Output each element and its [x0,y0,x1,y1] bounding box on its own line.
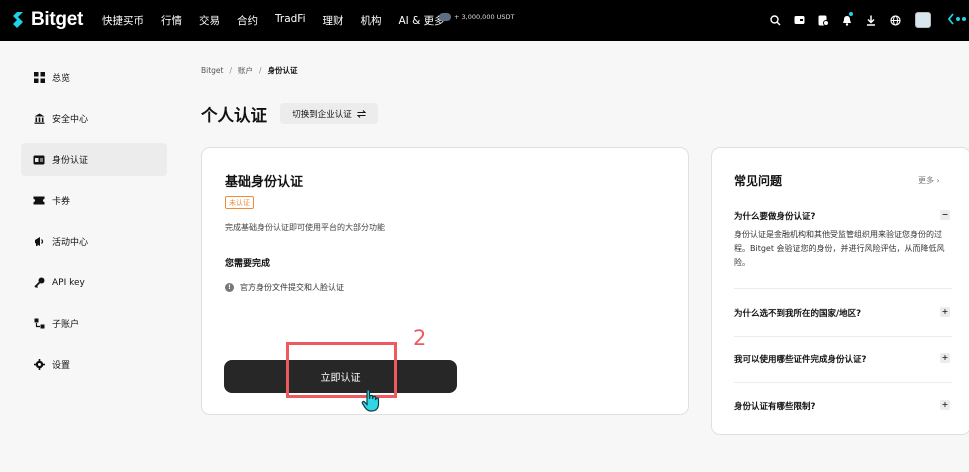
promo-banner[interactable]: + 3,000,000 USDT [439,13,515,21]
breadcrumb-account[interactable]: 账户 [238,66,253,75]
swap-icon [356,109,366,118]
nav-futures[interactable]: 合约 [237,13,258,28]
sidebar-item-label: 总览 [52,74,71,84]
grid-icon [33,72,45,84]
promo-text: + 3,000,000 USDT [454,13,515,21]
breadcrumb: Bitget / 账户 / 身份认证 [201,65,298,76]
sidebar-item-label: 设置 [52,361,71,371]
assets-icon[interactable] [811,11,835,29]
breadcrumb-separator: / [229,66,233,75]
chevron-right-icon: › [936,176,940,185]
page-title: 个人认证 [201,106,267,125]
sidebar-item-coupons[interactable]: 卡券 [21,184,167,217]
sidebar-item-label: 身份认证 [52,156,89,166]
breadcrumb-separator: / [259,66,262,75]
sidebar-item-api-key[interactable]: API key [21,266,167,299]
wallet-icon[interactable] [787,11,811,29]
notification-dot [849,12,853,16]
sidebar-item-label: API key [52,277,85,288]
card-description: 完成基础身份认证即可使用平台的大部分功能 [225,223,385,232]
nav-institutional[interactable]: 机构 [360,13,381,28]
expand-plus-icon[interactable]: + [940,400,950,410]
download-icon[interactable] [859,11,883,29]
faq-question[interactable]: 我可以使用哪些证件完成身份认证? [734,353,866,365]
info-icon: ! [225,283,234,292]
faq-more-label: 更多 [918,176,934,185]
faq-answer: 身份认证是金融机构和其他受监管组织用来验证您身份的过程。Bitget 会验证您的… [734,230,945,267]
faq-title: 常见问题 [734,174,783,188]
sidebar-item-overview[interactable]: 总览 [21,61,167,94]
collapse-minus-icon[interactable]: − [940,210,950,220]
sidebar-item-settings[interactable]: 设置 [21,348,167,381]
sidebar-item-identity[interactable]: 身份认证 [21,143,167,176]
subaccount-icon [33,318,45,330]
switch-button-label: 切换到企业认证 [292,109,352,120]
faq-panel: 常见问题 更多 › 为什么要做身份认证? − 身份认证是金融机构和其他受监管组织… [711,147,969,435]
collapse-icon[interactable] [946,11,969,29]
gear-icon [33,359,45,371]
faq-question[interactable]: 为什么选不到我所在的国家/地区? [734,307,861,319]
nav-trade[interactable]: 交易 [199,13,220,28]
account-sidebar: 总览 安全中心 身份认证 卡券 活动中心 API key 子账户 设置 [21,61,167,389]
globe-icon[interactable] [883,11,907,29]
sidebar-item-events[interactable]: 活动中心 [21,225,167,258]
expand-plus-icon[interactable]: + [940,307,950,317]
card-title: 基础身份认证 [225,175,304,190]
requirement-item: ! 官方身份文件提交和人脸认证 [225,282,344,293]
switch-to-enterprise-button[interactable]: 切换到企业认证 [280,103,378,124]
promo-icon [439,13,451,21]
nav-ai-more[interactable]: AI & 更多 [398,13,444,28]
requirement-text: 官方身份文件提交和人脸认证 [240,283,344,292]
status-badge: 未认证 [225,196,254,209]
divider [734,382,952,383]
nav-earn[interactable]: 理财 [322,13,343,28]
sidebar-item-label: 卡券 [52,197,71,207]
sidebar-item-label: 安全中心 [52,115,89,125]
sidebar-item-label: 子账户 [52,320,80,330]
sidebar-item-label: 活动中心 [52,238,89,248]
expand-plus-icon[interactable]: + [940,353,950,363]
breadcrumb-current: 身份认证 [267,66,298,75]
nav-markets[interactable]: 行情 [161,13,182,28]
bell-icon[interactable] [835,11,859,29]
nav-quick-buy[interactable]: 快捷买币 [102,13,144,28]
sidebar-item-security[interactable]: 安全中心 [21,102,167,135]
id-card-icon [33,154,45,166]
breadcrumb-home[interactable]: Bitget [201,66,224,75]
brand-name: Bitget [31,9,84,30]
key-icon [33,277,45,289]
requirements-heading: 您需要完成 [225,259,271,269]
bank-icon [33,113,45,125]
ticket-icon [33,195,45,207]
divider [734,336,952,337]
top-navigation-bar: Bitget 快捷买币 行情 交易 合约 TradFi 理财 机构 AI & 更… [0,0,969,41]
basic-verification-card: 基础身份认证 未认证 完成基础身份认证即可使用平台的大部分功能 您需要完成 ! … [201,147,689,415]
avatar[interactable] [915,12,931,28]
faq-question[interactable]: 为什么要做身份认证? [734,210,815,222]
divider [734,288,952,289]
top-icon-group [763,11,907,29]
faq-question[interactable]: 身份认证有哪些限制? [734,400,815,412]
megaphone-icon [33,236,45,248]
bitget-logo[interactable]: Bitget [10,9,83,31]
annotation-step-number: 2 [413,326,427,350]
bitget-logo-icon [13,12,23,28]
search-icon[interactable] [763,11,787,29]
sidebar-item-subaccount[interactable]: 子账户 [21,307,167,340]
nav-tradfi[interactable]: TradFi [275,13,305,28]
hand-cursor-icon [361,388,383,416]
main-nav: 快捷买币 行情 交易 合约 TradFi 理财 机构 AI & 更多 [102,13,462,28]
faq-more-link[interactable]: 更多 › [918,175,940,186]
